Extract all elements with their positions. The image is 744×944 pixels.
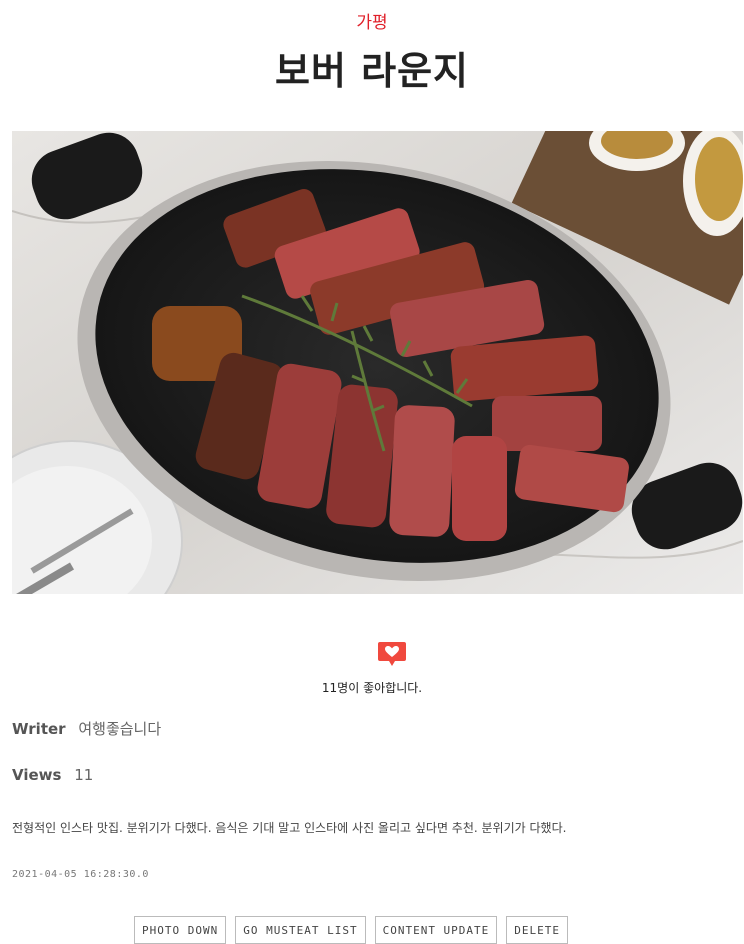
writer-label: Writer [12, 720, 66, 738]
post-date: 2021-04-05 16:28:30.0 [12, 869, 149, 880]
content-update-button[interactable]: CONTENT UPDATE [374, 916, 498, 944]
views-value: 11 [74, 766, 94, 784]
like-count-text: 11명이 좋아합니다. [321, 681, 423, 695]
go-musteat-list-button[interactable]: GO MUSTEAT LIST [235, 916, 366, 944]
region-label: 가평 [356, 13, 388, 33]
heart-speech-bubble-icon[interactable] [377, 641, 407, 667]
writer-value: 여행좋습니다 [78, 720, 162, 738]
page-title: 보버 라운지 [274, 49, 470, 93]
writer-row: Writer 여행좋습니다 [12, 718, 161, 739]
views-row: Views 11 [12, 766, 93, 784]
views-label: Views [12, 766, 62, 784]
action-buttons: PHOTO DOWN GO MUSTEAT LIST CONTENT UPDAT… [134, 916, 569, 944]
photo-down-button[interactable]: PHOTO DOWN [134, 916, 227, 944]
post-content: 전형적인 인스타 맛집. 분위기가 다했다. 음식은 기대 말고 인스타에 사진… [12, 821, 567, 835]
delete-button[interactable]: DELETE [506, 916, 569, 944]
food-photo [12, 131, 743, 594]
